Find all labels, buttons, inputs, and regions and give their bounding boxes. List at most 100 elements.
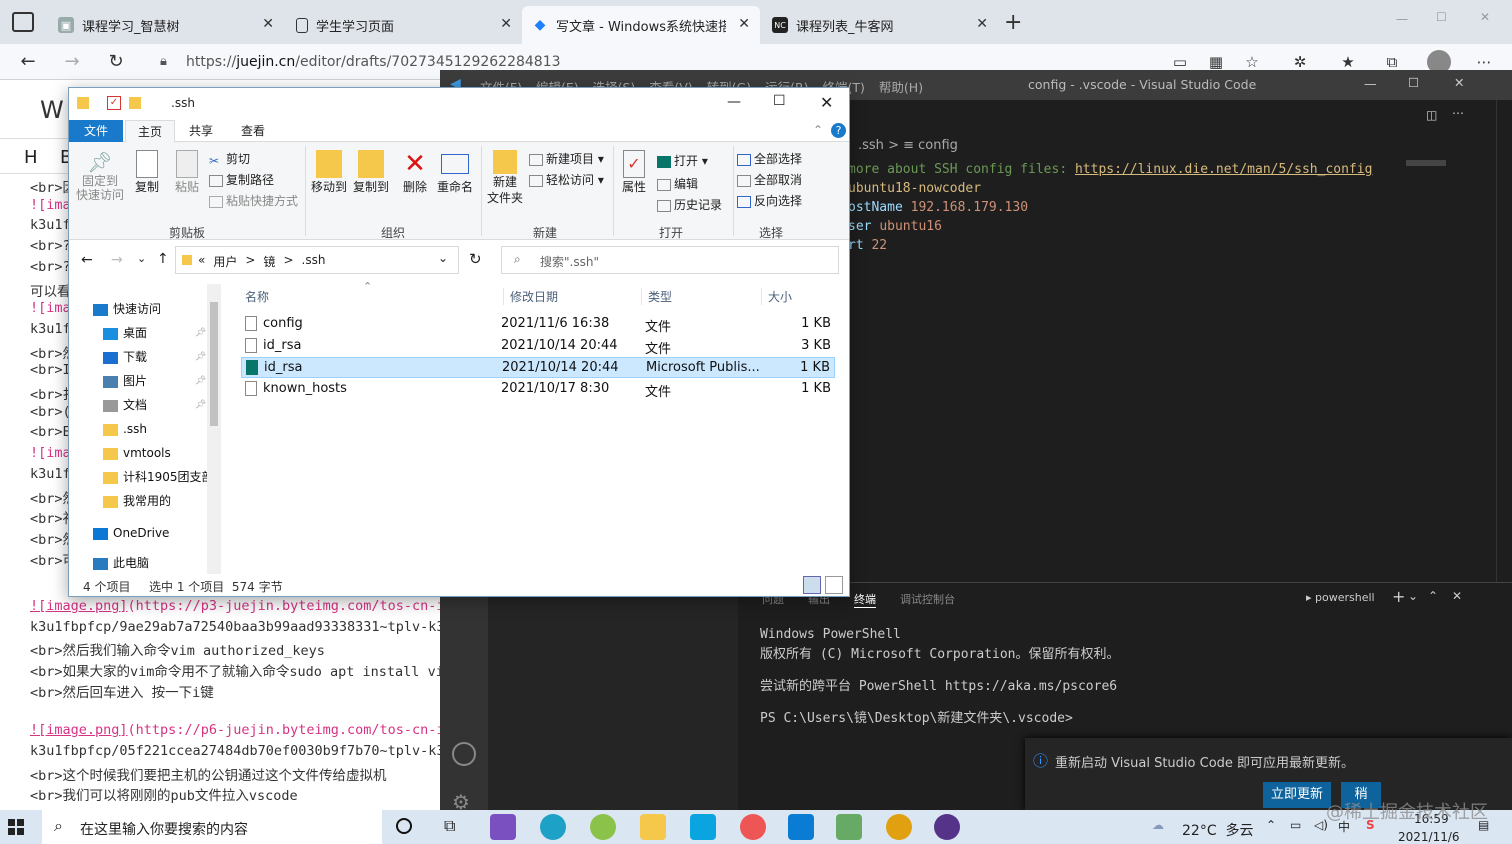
close-icon[interactable]: ✕ bbox=[738, 16, 750, 32]
edit-button[interactable]: 编辑 bbox=[657, 175, 698, 192]
column-size[interactable]: 大小 bbox=[761, 288, 792, 305]
paste-button[interactable]: 粘贴 bbox=[169, 150, 205, 195]
paste-shortcut-button[interactable]: 粘贴快捷方式 bbox=[209, 192, 298, 209]
vscode-editor[interactable]: ◫ ⋯ .ssh > ≡ config more about SSH confi… bbox=[740, 100, 1512, 582]
terminal-shell[interactable]: ▸ powershell bbox=[1306, 591, 1375, 604]
file-row[interactable]: id_rsa 2021/10/14 20:44 Microsoft Publis..… bbox=[241, 357, 835, 378]
snipping-icon[interactable] bbox=[690, 814, 716, 840]
nav-item-桌面[interactable]: 桌面 📌︎ bbox=[103, 322, 206, 344]
close-icon[interactable]: ✕ bbox=[820, 93, 833, 112]
new-folder-quick-icon[interactable] bbox=[129, 97, 141, 109]
image-link[interactable]: ![image.png] bbox=[30, 598, 128, 614]
chevron-down-icon[interactable]: ⌄ bbox=[1408, 589, 1418, 603]
panel-tab[interactable]: 终端 bbox=[854, 591, 876, 608]
minimize-icon[interactable]: — bbox=[1396, 12, 1408, 26]
history-button[interactable]: 历史记录 bbox=[657, 196, 722, 213]
menu-item[interactable]: 帮助(H) bbox=[879, 77, 923, 96]
chrome-icon[interactable] bbox=[886, 814, 912, 840]
search-box[interactable]: ⌕ 搜索".ssh" bbox=[501, 246, 839, 274]
move-to-button[interactable]: 移动到 bbox=[309, 150, 349, 195]
easy-access-button[interactable]: 轻松访问 ▾ bbox=[529, 171, 604, 188]
path-segment[interactable]: .ssh bbox=[302, 253, 326, 270]
file-explorer-icon[interactable] bbox=[640, 814, 666, 840]
column-date[interactable]: 修改日期 bbox=[503, 288, 558, 305]
browser-tab-1[interactable]: 学生学习页面 ✕ bbox=[286, 6, 522, 44]
nav-item-快速访问[interactable]: 快速访问 bbox=[93, 298, 161, 320]
select-none-button[interactable]: 全部取消 bbox=[737, 171, 802, 188]
close-icon[interactable]: ✕ bbox=[1454, 75, 1464, 90]
nav-item-图片[interactable]: 图片 📌︎ bbox=[103, 370, 206, 392]
cut-button[interactable]: ✂ 剪切 bbox=[209, 150, 250, 168]
properties-check-icon[interactable]: ✓ bbox=[107, 96, 121, 110]
refresh-icon[interactable]: ↻ bbox=[104, 50, 128, 74]
nav-scrollbar[interactable] bbox=[207, 284, 221, 574]
edge-icon[interactable] bbox=[540, 814, 566, 840]
heading-button[interactable]: H bbox=[24, 147, 38, 168]
network-icon[interactable]: ▭ bbox=[1290, 818, 1301, 832]
maximize-icon[interactable]: ☐ bbox=[1436, 10, 1447, 24]
nav-item-文档[interactable]: 文档 📌︎ bbox=[103, 394, 206, 416]
vmware-icon[interactable] bbox=[836, 814, 862, 840]
new-item-button[interactable]: 新建项目 ▾ bbox=[529, 150, 604, 167]
scrollbar[interactable] bbox=[1496, 100, 1510, 582]
nav-item-OneDrive[interactable]: OneDrive bbox=[93, 522, 169, 544]
breadcrumb-folder[interactable]: .ssh bbox=[858, 138, 884, 153]
update-now-button[interactable]: 立即更新 bbox=[1263, 782, 1331, 808]
column-type[interactable]: 类型 bbox=[641, 288, 672, 305]
add-terminal-icon[interactable]: + bbox=[1392, 587, 1405, 606]
close-window-icon[interactable]: ✕ bbox=[1480, 10, 1490, 24]
game-app-icon[interactable] bbox=[934, 814, 960, 840]
breadcrumb-file[interactable]: config bbox=[918, 138, 958, 153]
account-icon[interactable] bbox=[452, 742, 476, 766]
address-field[interactable]: « 用户 > 镜 > .ssh ⌄ bbox=[175, 246, 459, 274]
start-windows-icon[interactable] bbox=[8, 819, 24, 835]
new-tab-button[interactable]: + bbox=[1004, 10, 1022, 35]
column-name[interactable]: 名称 bbox=[245, 288, 269, 305]
new-folder-button[interactable]: 新建 文件夹 bbox=[483, 150, 527, 206]
browser-tab-2[interactable]: ◆ 写文章 - Windows系统快速搭建 ✕ bbox=[522, 6, 760, 44]
nav-item-计科1905团支部[interactable]: 计科1905团支部 bbox=[103, 466, 214, 488]
scrollbar-thumb[interactable] bbox=[210, 302, 218, 426]
path-segment[interactable]: 用户 bbox=[213, 253, 237, 270]
close-icon[interactable]: ✕ bbox=[976, 16, 988, 32]
open-button[interactable]: 打开 ▾ bbox=[657, 152, 708, 169]
path-segment[interactable]: 镜 bbox=[263, 253, 275, 270]
copy-path-button[interactable]: 复制路径 bbox=[209, 171, 274, 188]
tab-actions-icon[interactable] bbox=[12, 12, 34, 32]
panel-tab[interactable]: 调试控制台 bbox=[900, 591, 955, 608]
file-row[interactable]: id_rsa 2021/10/14 20:44 文件 3 KB bbox=[241, 336, 835, 357]
tray-chevron-up-icon[interactable]: ⌃ bbox=[1266, 818, 1276, 832]
tab-share[interactable]: 共享 bbox=[177, 120, 225, 142]
large-icons-view-icon[interactable] bbox=[825, 576, 843, 594]
minimize-icon[interactable]: — bbox=[1364, 76, 1377, 91]
help-icon[interactable]: ? bbox=[831, 123, 846, 138]
browser-tab-3[interactable]: NC 课程列表_牛客网 ✕ bbox=[762, 6, 998, 44]
nav-item-此电脑[interactable]: 此电脑 bbox=[93, 552, 149, 574]
chevron-up-icon[interactable]: ⌃ bbox=[813, 123, 823, 137]
task-view-icon[interactable]: ⧉ bbox=[444, 816, 455, 836]
nav-item-vmtools[interactable]: vmtools bbox=[103, 442, 171, 464]
tab-view[interactable]: 查看 bbox=[229, 120, 277, 142]
pin-quick-access-button[interactable]: 📌︎ 固定到 快速访问 bbox=[73, 150, 127, 202]
code-link[interactable]: https://linux.die.net/man/5/ssh_config bbox=[1075, 162, 1372, 177]
tab-file[interactable]: 文件 bbox=[69, 120, 123, 142]
rename-button[interactable]: 重命名 bbox=[435, 150, 475, 195]
invert-selection-button[interactable]: 反向选择 bbox=[737, 192, 802, 209]
nav-item-.ssh[interactable]: .ssh bbox=[103, 418, 147, 440]
copy-button[interactable]: 复制 bbox=[129, 150, 165, 195]
details-view-icon[interactable] bbox=[803, 576, 821, 594]
forward-icon[interactable]: → bbox=[111, 252, 123, 268]
nav-item-我常用的[interactable]: 我常用的 bbox=[103, 490, 171, 512]
vscode-icon[interactable] bbox=[788, 814, 814, 840]
more-actions-icon[interactable]: ⋯ bbox=[1452, 106, 1464, 120]
browser-tab-0[interactable]: ▣ 课程学习_智慧树 ✕ bbox=[48, 6, 284, 44]
maximize-icon[interactable]: ☐ bbox=[1408, 75, 1419, 90]
weather[interactable]: 22°C 多云 bbox=[1182, 820, 1254, 840]
file-row[interactable]: config 2021/11/6 16:38 文件 1 KB bbox=[241, 314, 835, 335]
file-row[interactable]: known_hosts 2021/10/17 8:30 文件 1 KB bbox=[241, 379, 835, 400]
copy-to-button[interactable]: 复制到 bbox=[351, 150, 391, 195]
chevron-down-icon[interactable]: ⌄ bbox=[438, 251, 448, 265]
cortana-icon[interactable] bbox=[396, 818, 412, 834]
app-icon[interactable] bbox=[590, 814, 616, 840]
back-icon[interactable]: ← bbox=[81, 252, 93, 268]
